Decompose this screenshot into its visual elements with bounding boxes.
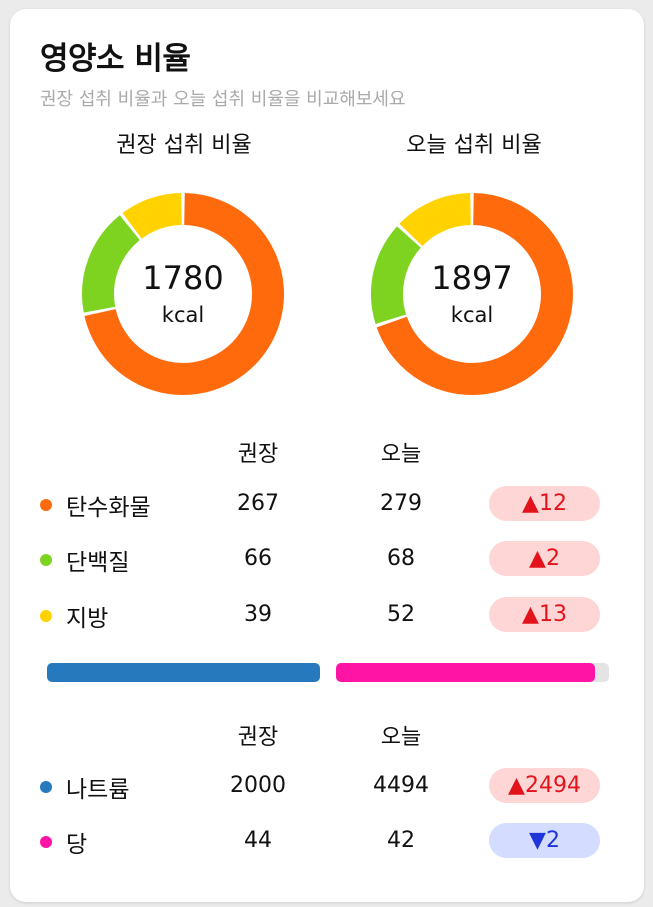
protein-label: 단백질 bbox=[66, 550, 130, 576]
card-title: 영양소 비율 bbox=[40, 41, 191, 77]
macro-row-carbs: 탄수화물 267 279 ▲12 bbox=[10, 486, 644, 526]
recommended-chart-caption: 권장 섭취 비율 bbox=[116, 133, 252, 158]
protein-recommended: 66 bbox=[244, 546, 272, 571]
protein-today: 68 bbox=[387, 546, 415, 571]
micro-row-sodium: 나트륨 2000 4494 ▲2494 bbox=[10, 768, 644, 808]
down-triangle-icon: ▼ bbox=[529, 828, 546, 853]
fat-color-dot bbox=[40, 610, 52, 622]
today-kcal-value: 1897 bbox=[431, 259, 513, 297]
recommended-kcal-unit: kcal bbox=[161, 303, 205, 327]
carbs-diff-value: 12 bbox=[538, 491, 567, 516]
card-subtitle: 권장 섭취 비율과 오늘 섭취 비율을 비교해보세요 bbox=[40, 89, 406, 110]
sugar-label: 당 bbox=[66, 832, 88, 858]
macro-col-today: 오늘 bbox=[380, 442, 422, 467]
macro-row-fat: 지방 39 52 ▲13 bbox=[10, 597, 644, 637]
macro-row-protein: 단백질 66 68 ▲2 bbox=[10, 541, 644, 581]
sodium-color-dot bbox=[40, 781, 52, 793]
up-triangle-icon: ▲ bbox=[522, 491, 539, 516]
sugar-bar-fill bbox=[336, 663, 596, 682]
protein-diff-value: 2 bbox=[545, 546, 560, 571]
fat-diff-badge: ▲13 bbox=[489, 597, 600, 632]
micro-col-today: 오늘 bbox=[380, 725, 422, 750]
recommended-center: 1780 kcal bbox=[73, 259, 293, 327]
fat-diff-value: 13 bbox=[538, 602, 567, 627]
up-triangle-icon: ▲ bbox=[508, 773, 525, 798]
sugar-diff-badge: ▼2 bbox=[489, 823, 600, 858]
macro-col-recommended: 권장 bbox=[237, 442, 279, 467]
sugar-today: 42 bbox=[387, 828, 415, 853]
carbs-diff-badge: ▲12 bbox=[489, 486, 600, 521]
sodium-diff-value: 2494 bbox=[524, 773, 581, 798]
up-triangle-icon: ▲ bbox=[522, 602, 539, 627]
today-chart-caption: 오늘 섭취 비율 bbox=[406, 133, 542, 158]
up-triangle-icon: ▲ bbox=[529, 546, 546, 571]
carbs-label: 탄수화물 bbox=[66, 495, 151, 521]
protein-diff-badge: ▲2 bbox=[489, 541, 600, 576]
today-kcal-unit: kcal bbox=[450, 303, 494, 327]
recommended-kcal-value: 1780 bbox=[142, 259, 224, 297]
micro-row-sugar: 당 44 42 ▼2 bbox=[10, 823, 644, 863]
today-center: 1897 kcal bbox=[362, 259, 582, 327]
sugar-color-dot bbox=[40, 836, 52, 848]
fat-today: 52 bbox=[387, 602, 415, 627]
protein-color-dot bbox=[40, 554, 52, 566]
sodium-recommended: 2000 bbox=[230, 773, 286, 798]
carbs-today: 279 bbox=[380, 491, 422, 516]
fat-recommended: 39 bbox=[244, 602, 272, 627]
donut-slice-지방 bbox=[122, 193, 183, 240]
fat-label: 지방 bbox=[66, 606, 109, 632]
sodium-diff-badge: ▲2494 bbox=[489, 768, 600, 803]
micro-col-recommended: 권장 bbox=[237, 725, 279, 750]
nutrient-ratio-card: 영양소 비율 권장 섭취 비율과 오늘 섭취 비율을 비교해보세요 권장 섭취 … bbox=[10, 9, 644, 902]
sugar-recommended: 44 bbox=[244, 828, 272, 853]
sodium-bar bbox=[47, 663, 320, 682]
carbs-recommended: 267 bbox=[237, 491, 279, 516]
carbs-color-dot bbox=[40, 499, 52, 511]
donut-slice-지방 bbox=[399, 193, 472, 247]
sodium-today: 4494 bbox=[373, 773, 429, 798]
sodium-label: 나트륨 bbox=[66, 777, 130, 803]
sugar-bar-track bbox=[336, 663, 609, 682]
sugar-diff-value: 2 bbox=[545, 828, 560, 853]
